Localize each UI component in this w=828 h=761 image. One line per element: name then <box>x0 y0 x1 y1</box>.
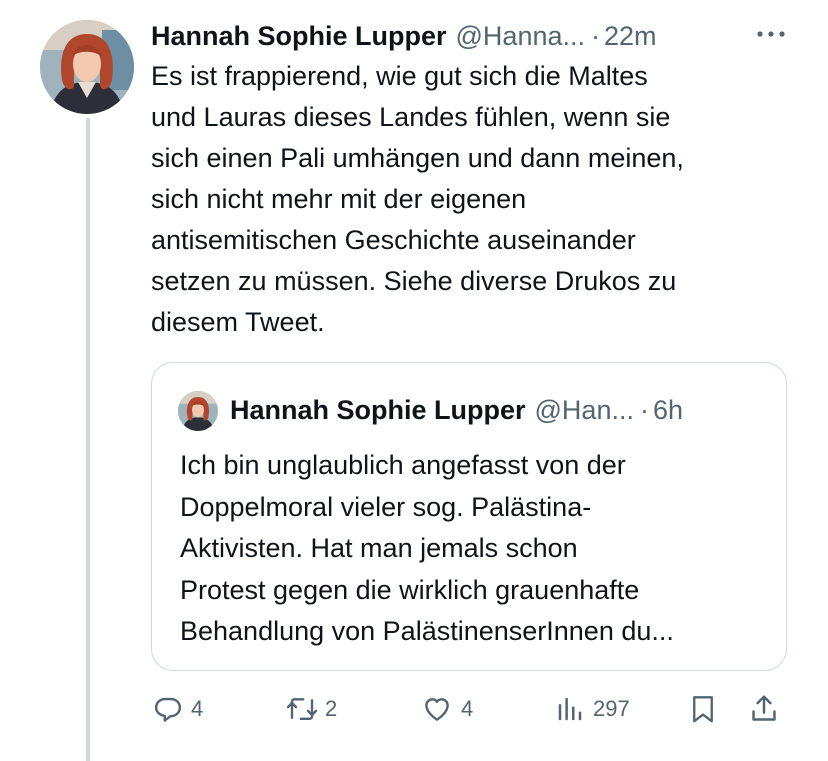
bookmark-icon <box>693 696 713 723</box>
quoted-text-line: Protest gegen die wirklich grauenhafte <box>180 574 640 605</box>
views-button[interactable]: 297 <box>555 690 630 728</box>
like-count: 4 <box>461 696 474 721</box>
avatar[interactable] <box>40 20 134 114</box>
share-button[interactable] <box>749 690 779 728</box>
views-count: 297 <box>593 696 630 721</box>
like-button[interactable]: 4 <box>421 690 473 728</box>
retweet-button[interactable]: 2 <box>285 690 337 728</box>
separator-dot: · <box>639 394 649 425</box>
quoted-tweet[interactable]: Hannah Sophie Lupper @Han... · 6h Ich bi… <box>151 362 787 671</box>
quoted-author-handle[interactable]: @Han... <box>535 395 634 426</box>
quoted-header: Hannah Sophie Lupper @Han... · 6h <box>230 390 683 430</box>
action-bar: 4 2 4 297 <box>151 690 791 728</box>
reply-button[interactable]: 4 <box>153 690 203 728</box>
quoted-author-name[interactable]: Hannah Sophie Lupper <box>230 395 526 426</box>
tweet-text-line: setzen zu müssen. Siehe diverse Drukos z… <box>151 266 677 296</box>
quoted-avatar[interactable] <box>178 391 218 431</box>
tweet-time[interactable]: 22m <box>604 21 657 52</box>
quoted-text: Ich bin unglaublich angefasst von der Do… <box>180 445 770 653</box>
thread-line <box>86 118 90 761</box>
quoted-time[interactable]: 6h <box>653 395 683 426</box>
retweet-count: 2 <box>325 696 338 721</box>
tweet-text-line: sich nicht mehr mit der eigenen <box>151 184 527 214</box>
quoted-text-line: Ich bin unglaublich angefasst von der <box>180 450 626 480</box>
quoted-text-line: Doppelmoral vieler sog. Palästina- <box>180 491 592 522</box>
separator-dot: · <box>591 20 600 51</box>
author-handle[interactable]: @Hanna... <box>456 21 585 52</box>
bookmark-button[interactable] <box>689 690 717 728</box>
more-button[interactable] <box>751 20 791 48</box>
reply-count: 4 <box>191 696 204 721</box>
tweet-text-line: Es ist frappierend, wie gut sich die Mal… <box>151 61 648 91</box>
author-name[interactable]: Hannah Sophie Lupper <box>151 21 447 52</box>
tweet-text: Es ist frappierend, wie gut sich die Mal… <box>151 56 791 343</box>
more-dots-icon <box>757 31 785 37</box>
quoted-text-line: Behandlung von PalästinenserInnen du... <box>180 616 674 646</box>
tweet-text-line: antisemitischen Geschichte auseinander <box>151 225 636 255</box>
tweet-text-line: diesem Tweet. <box>151 307 325 337</box>
heart-icon <box>425 698 449 721</box>
tweet-text-line: und Lauras dieses Landes fühlen, wenn si… <box>151 102 671 132</box>
share-icon <box>752 695 776 721</box>
quoted-text-line: Aktivisten. Hat man jemals schon <box>180 533 578 563</box>
tweet-text-line: sich einen Pali umhängen und dann meinen… <box>151 143 684 173</box>
tweet-header: Hannah Sophie Lupper @Hanna... · 22m <box>151 14 791 58</box>
reply-icon <box>154 697 182 722</box>
retweet-icon <box>286 698 318 720</box>
views-chart-icon <box>558 697 582 721</box>
